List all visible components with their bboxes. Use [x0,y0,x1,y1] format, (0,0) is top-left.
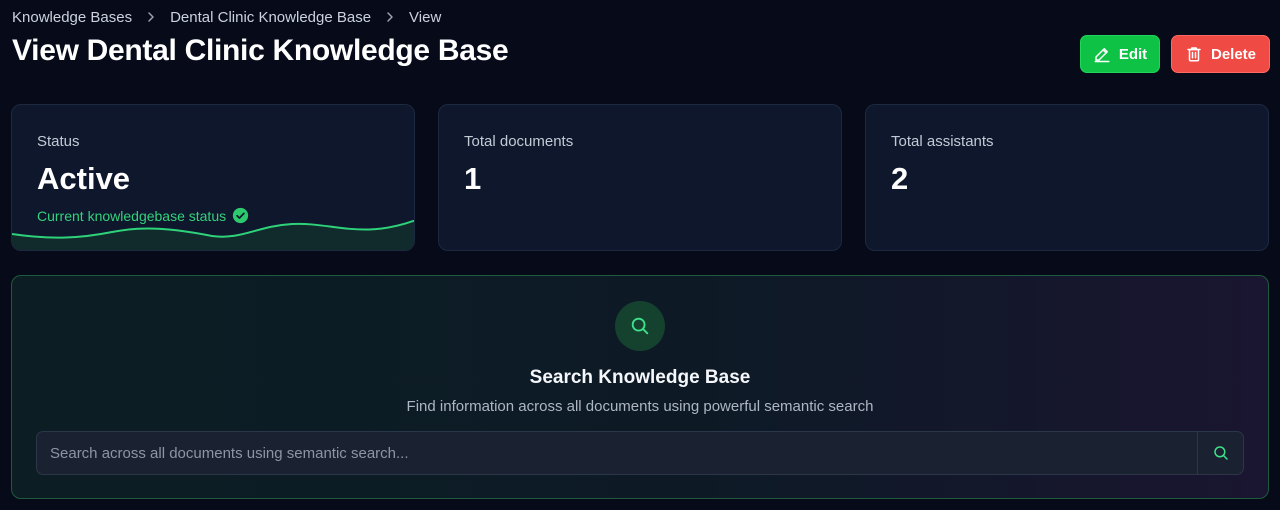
page-title: View Dental Clinic Knowledge Base [12,34,509,67]
search-subtitle: Find information across all documents us… [406,398,874,415]
status-sparkline [12,220,414,250]
assistants-card-label: Total assistants [891,133,994,150]
documents-card-value: 1 [464,161,482,196]
assistants-card-value: 2 [891,161,909,196]
documents-card: Total documents 1 [438,104,842,251]
delete-button[interactable]: Delete [1171,35,1270,73]
search-title: Search Knowledge Base [529,367,751,388]
search-icon [631,317,649,335]
edit-button[interactable]: Edit [1080,35,1160,73]
delete-button-label: Delete [1210,45,1257,63]
breadcrumb: Knowledge Bases Dental Clinic Knowledge … [12,8,441,26]
pencil-icon [1094,48,1110,63]
documents-card-label: Total documents [464,133,574,150]
search-box [36,431,1244,475]
status-card-label: Status [37,133,80,150]
search-badge [615,301,665,351]
status-card-value: Active [37,161,131,196]
breadcrumb-knowledge-bases[interactable]: Knowledge Bases [12,9,132,26]
search-icon [1213,446,1228,460]
search-input[interactable] [37,432,1197,474]
edit-button-label: Edit [1118,45,1148,63]
chevron-right-icon [132,11,170,23]
search-submit-button[interactable] [1197,432,1243,474]
chevron-right-icon [371,11,409,23]
assistants-card: Total assistants 2 [865,104,1269,251]
breadcrumb-dental-clinic[interactable]: Dental Clinic Knowledge Base [170,9,371,26]
status-card: Status Active Current knowledgebase stat… [11,104,415,251]
search-panel: Search Knowledge Base Find information a… [11,275,1269,499]
breadcrumb-current: View [409,8,442,26]
trash-icon [1187,47,1201,62]
